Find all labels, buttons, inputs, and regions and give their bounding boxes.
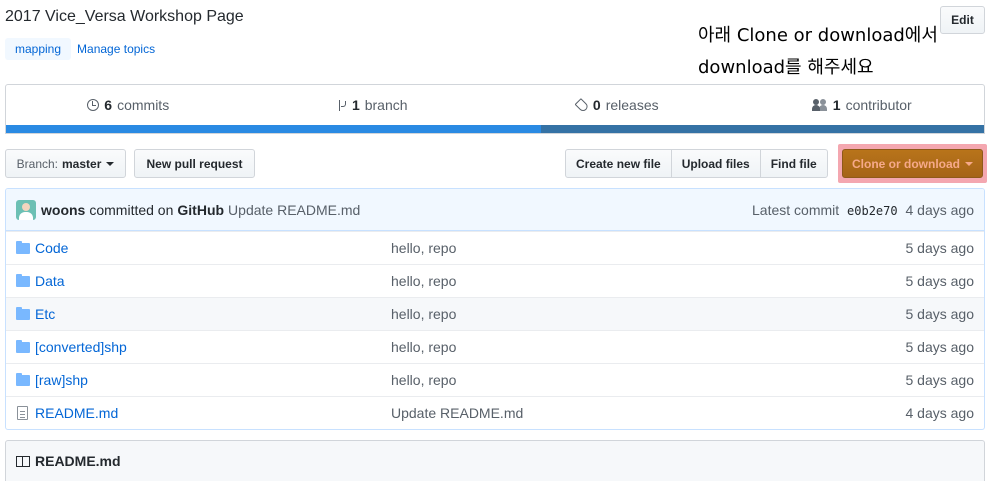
file-commit-message[interactable]: hello, repo <box>391 339 906 355</box>
file-age: 5 days ago <box>905 273 975 289</box>
annotation-line-2: download를 해주세요 <box>698 57 874 78</box>
new-pull-request-button[interactable]: New pull request <box>134 149 255 178</box>
avatar[interactable] <box>16 199 36 220</box>
file-commit-message[interactable]: hello, repo <box>391 240 906 256</box>
commit-message-link[interactable]: Update README.md <box>228 202 360 218</box>
latest-commit-info: Latest commit e0b2e70 4 days ago <box>752 202 974 218</box>
releases-label: releases <box>605 97 659 113</box>
latest-commit-bar: woons committed on GitHub Update README.… <box>6 189 984 231</box>
file-age: 5 days ago <box>905 240 975 256</box>
file-name-link[interactable]: README.md <box>35 405 118 421</box>
file-text-icon <box>17 406 28 420</box>
file-name-link[interactable]: [raw]shp <box>35 372 88 388</box>
contributor-label: contributor <box>845 97 912 113</box>
file-actions: Create new file Upload files Find file <box>565 149 828 178</box>
table-row: Code hello, repo 5 days ago <box>6 231 984 264</box>
file-age: 5 days ago <box>905 372 975 388</box>
branch-name: master <box>62 156 102 171</box>
clone-highlight: Clone or download <box>838 144 987 183</box>
repo-summary: 6 commits 1 branch 0 releases 1 contribu… <box>5 84 985 134</box>
file-commit-message[interactable]: Update README.md <box>391 405 906 421</box>
topic-tag-mapping[interactable]: mapping <box>5 38 72 60</box>
file-commit-message[interactable]: hello, repo <box>391 306 906 322</box>
folder-icon <box>16 306 30 320</box>
people-icon <box>811 99 828 111</box>
caret-down-icon <box>965 161 973 166</box>
repo-description: 2017 Vice_Versa Workshop Page <box>5 8 244 25</box>
file-age: 5 days ago <box>905 306 975 322</box>
language-segment <box>6 125 541 133</box>
latest-commit-label: Latest commit <box>752 201 840 218</box>
file-name-link[interactable]: [converted]shp <box>35 339 127 355</box>
file-commit-message[interactable]: hello, repo <box>391 372 906 388</box>
caret-down-icon <box>106 161 115 166</box>
releases-link[interactable]: 0 releases <box>495 97 740 113</box>
file-age: 5 days ago <box>905 339 975 355</box>
branch-label: branch <box>364 97 408 113</box>
edit-button[interactable]: Edit <box>940 6 985 34</box>
table-row: [raw]shp hello, repo 5 days ago <box>6 363 984 396</box>
create-new-file-button[interactable]: Create new file <box>565 149 672 178</box>
commits-link[interactable]: 6 commits <box>6 97 251 113</box>
readme-header: README.md <box>5 440 985 481</box>
annotation-line-1: 아래 Clone or download에서 <box>698 25 938 46</box>
language-bar[interactable] <box>6 125 984 133</box>
folder-icon <box>16 240 30 254</box>
branches-link[interactable]: 1 branch <box>251 97 496 113</box>
folder-icon <box>16 372 30 386</box>
manage-topics-link[interactable]: Manage topics <box>77 42 155 56</box>
file-table: woons committed on GitHub Update README.… <box>5 188 985 430</box>
file-name-link[interactable]: Code <box>35 240 68 256</box>
table-row: Data hello, repo 5 days ago <box>6 264 984 297</box>
file-age: 4 days ago <box>905 405 975 421</box>
commit-author-link[interactable]: woons <box>41 202 85 218</box>
branch-count: 1 <box>351 97 360 113</box>
annotation-note: 아래 Clone or download에서 download를 해주세요 <box>698 20 938 84</box>
committed-on-label: committed on <box>89 201 174 218</box>
contributors-link[interactable]: 1 contributor <box>740 97 985 113</box>
commit-platform: GitHub <box>177 201 225 218</box>
book-icon <box>16 455 30 467</box>
language-segment <box>540 125 984 133</box>
contributor-count: 1 <box>832 97 841 113</box>
file-name-link[interactable]: Data <box>35 273 65 289</box>
commit-age: 4 days ago <box>905 201 975 218</box>
commits-count: 6 <box>104 97 113 113</box>
upload-files-button[interactable]: Upload files <box>670 149 761 178</box>
file-name-link[interactable]: Etc <box>35 306 55 322</box>
tag-icon <box>574 97 590 113</box>
git-branch-icon <box>338 99 347 112</box>
folder-icon <box>16 273 30 287</box>
releases-count: 0 <box>592 97 601 113</box>
table-row: Etc hello, repo 5 days ago <box>6 297 984 330</box>
branch-prefix: Branch: <box>16 156 58 171</box>
topics-bar: mapping Manage topics <box>5 38 155 60</box>
history-icon <box>87 99 100 111</box>
file-commit-message[interactable]: hello, repo <box>391 273 906 289</box>
clone-or-download-button[interactable]: Clone or download <box>842 149 983 178</box>
readme-title: README.md <box>35 453 121 469</box>
commits-label: commits <box>117 97 170 113</box>
find-file-button[interactable]: Find file <box>759 149 828 178</box>
table-row: [converted]shp hello, repo 5 days ago <box>6 330 984 363</box>
branch-select-button[interactable]: Branch: master <box>5 149 126 178</box>
clone-label: Clone or download <box>852 156 960 171</box>
folder-icon <box>16 339 30 353</box>
commit-sha-link[interactable]: e0b2e70 <box>847 204 898 218</box>
table-row: README.md Update README.md 4 days ago <box>6 396 984 429</box>
